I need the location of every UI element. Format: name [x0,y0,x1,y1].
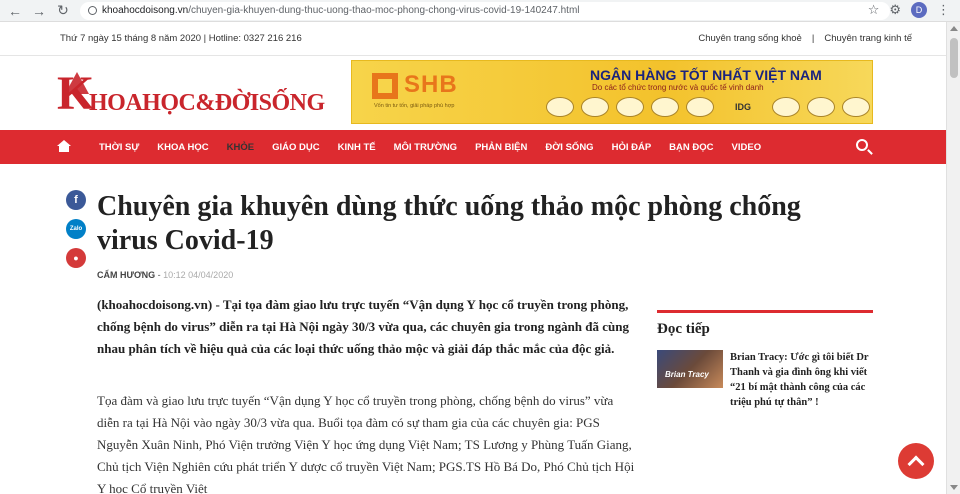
nav-item-khoe[interactable]: KHỎE [218,142,263,153]
back-icon[interactable]: ← [6,2,24,20]
nav-item-moi-truong[interactable]: MÔI TRƯỜNG [385,142,466,153]
comment-icon[interactable]: ● [66,248,86,268]
scroll-to-top-button[interactable] [898,443,934,479]
bookmark-star-icon[interactable]: ☆ [868,2,880,18]
url-domain: khoahocdoisong.vn [102,5,189,16]
scroll-thumb[interactable] [950,38,958,78]
profile-avatar[interactable]: D [911,2,927,18]
award-badge-icon [546,97,574,117]
date-hotline: Thứ 7 ngày 15 tháng 8 năm 2020 | Hotline… [60,33,302,44]
article-meta: CẨM HƯƠNG - 10:12 04/04/2020 [97,270,234,280]
nav-item-giao-duc[interactable]: GIÁO DỤC [263,142,329,153]
idg-logo: IDG [734,102,751,112]
nav-item-video[interactable]: VIDEO [723,142,771,153]
award-badge-icon [842,97,870,117]
search-icon[interactable] [856,139,868,151]
article-lead: (khoahocdoisong.vn) - Tại tọa đàm giao l… [97,297,629,356]
banner-brand-sub: Vốn tin tư tốn, giải pháp phù hợp [374,103,455,109]
home-icon[interactable] [56,140,72,154]
award-badge-icon [807,97,835,117]
main-nav: THỜI SỰ KHOA HỌC KHỎE GIÁO DỤC KINH TẾ M… [0,130,946,164]
logo-text: HOAHỌC&ĐỜISỐNG [89,90,325,116]
banner-title: NGÂN HÀNG TỐT NHẤT VIỆT NAM [590,67,822,83]
article-time: 10:12 04/04/2020 [163,270,234,280]
award-badge-icon [581,97,609,117]
site-logo[interactable]: K HOAHỌC&ĐỜISỐNG [55,66,325,122]
nav-item-phan-bien[interactable]: PHẢN BIỆN [466,142,536,153]
zalo-share-icon[interactable]: Zalo [66,219,86,239]
extension-icon[interactable]: ⚙ [889,2,901,18]
banner-brand: SHB [404,71,458,98]
site-header: K HOAHỌC&ĐỜISỐNG SHB Vốn tin tư tốn, giả… [0,56,946,132]
scroll-down-arrow-icon[interactable] [950,485,958,490]
topbar-link-kinh-te[interactable]: Chuyên trang kinh tế [824,33,912,44]
address-bar[interactable]: khoahocdoisong.vn/chuyen-gia-khuyen-dung… [80,1,890,20]
scroll-up-arrow-icon[interactable] [950,26,958,31]
shb-ad-banner[interactable]: SHB Vốn tin tư tốn, giải pháp phù hợp NG… [351,60,873,124]
banner-subtitle: Do các tổ chức trong nước và quốc tế vin… [592,83,764,92]
article-author[interactable]: CẨM HƯƠNG [97,270,155,280]
related-article-title[interactable]: Brian Tracy: Ước gì tôi biết Dr Thanh và… [730,350,878,410]
related-heading: Đọc tiếp [657,310,873,338]
site-topbar: Thứ 7 ngày 15 tháng 8 năm 2020 | Hotline… [0,22,946,56]
nav-item-ban-doc[interactable]: BẠN ĐỌC [660,142,722,153]
social-share: f Zalo ● [66,190,86,268]
award-badge-icon [616,97,644,117]
browser-menu-icon[interactable]: ⋮ [937,2,950,18]
related-thumbnail[interactable]: Brian Tracy [657,350,723,388]
article-body: Tọa đàm và giao lưu trực tuyến “Vận dụng… [97,393,635,494]
url-path: /chuyen-gia-khuyen-dung-thuc-uong-thao-m… [188,5,580,16]
article-title: Chuyên gia khuyên dùng thức uống thảo mộ… [97,191,801,256]
page-scrollbar[interactable] [946,22,960,494]
nav-item-hoi-dap[interactable]: HỎI ĐÁP [603,142,661,153]
thumbnail-label: Brian Tracy [665,370,709,379]
nav-item-thoi-su[interactable]: THỜI SỰ [90,142,148,153]
award-badges: IDG [546,97,870,117]
facebook-share-icon[interactable]: f [66,190,86,210]
forward-icon[interactable]: → [30,2,48,20]
award-badge-icon [772,97,800,117]
lock-icon [88,6,97,15]
nav-item-doi-song[interactable]: ĐỜI SỐNG [536,142,602,153]
reload-icon[interactable]: ↻ [54,2,72,20]
award-badge-icon [651,97,679,117]
topbar-link-song-khoe[interactable]: Chuyên trang sống khoẻ [698,33,802,44]
browser-toolbar: ← → ↻ khoahocdoisong.vn/chuyen-gia-khuye… [0,0,960,22]
nav-item-khoa-hoc[interactable]: KHOA HỌC [148,142,217,153]
shb-logo-icon [372,73,398,99]
related-article[interactable]: Brian Tracy Brian Tracy: Ước gì tôi biết… [657,350,873,430]
nav-item-kinh-te[interactable]: KINH TẾ [329,142,385,153]
award-badge-icon [686,97,714,117]
